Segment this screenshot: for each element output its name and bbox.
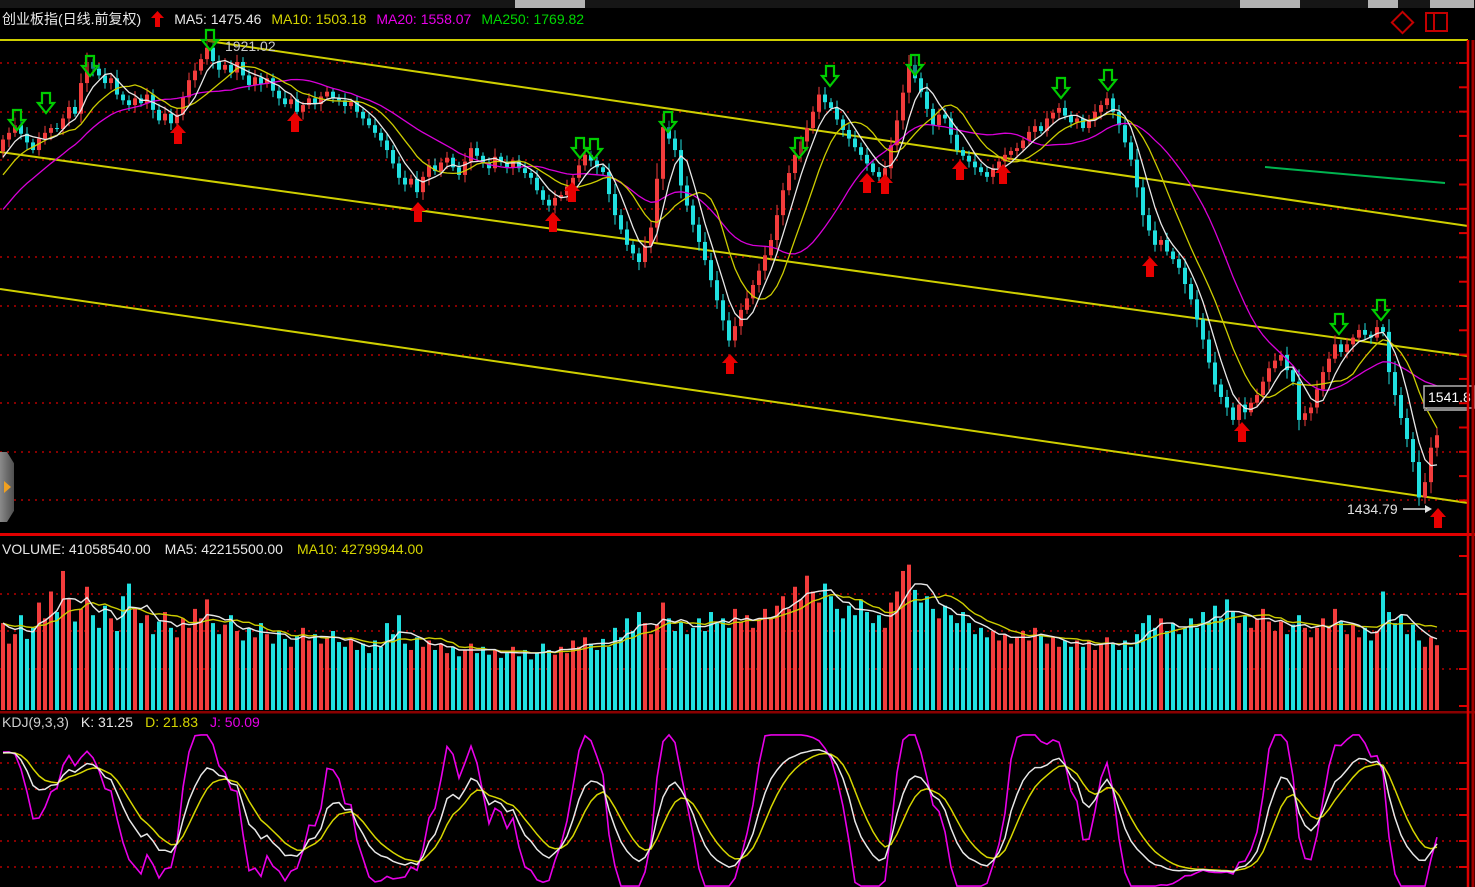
volume-header: VOLUME: 41058540.00 MA5: 42215500.00 MA1… bbox=[2, 541, 423, 557]
volume-ma10-value: MA10: 42799944.00 bbox=[297, 541, 423, 557]
kdj-header: KDJ(9,3,3) K: 31.25 D: 21.83 J: 50.09 bbox=[2, 714, 260, 730]
svg-text:1921.02: 1921.02 bbox=[225, 38, 276, 54]
sidebar-expand-handle[interactable] bbox=[0, 452, 14, 522]
ma20-value: MA20: 1558.07 bbox=[376, 11, 471, 27]
volume-ma5-value: MA5: 42215500.00 bbox=[165, 541, 283, 557]
symbol-title: 创业板指(日线.前复权) bbox=[2, 9, 141, 29]
volume-value: VOLUME: 41058540.00 bbox=[2, 541, 151, 557]
ma5-value: MA5: 1475.46 bbox=[174, 11, 261, 27]
kdj-name: KDJ(9,3,3) bbox=[2, 714, 69, 730]
up-arrow-icon bbox=[151, 11, 164, 27]
chart-canvas[interactable]: 1921.021434.791541.8 bbox=[0, 0, 1475, 887]
svg-text:1434.79: 1434.79 bbox=[1347, 501, 1398, 517]
ma250-value: MA250: 1769.82 bbox=[481, 11, 584, 27]
ma10-value: MA10: 1503.18 bbox=[271, 11, 366, 27]
trading-app-window: 1921.021434.791541.8 创业板指(日线.前复权) MA5: 1… bbox=[0, 0, 1475, 887]
split-window-icon[interactable] bbox=[1425, 12, 1448, 32]
diamond-icon[interactable] bbox=[1390, 10, 1414, 34]
chart-header: 创业板指(日线.前复权) MA5: 1475.46 MA10: 1503.18 … bbox=[2, 9, 584, 29]
expand-arrow-icon bbox=[4, 481, 11, 493]
corner-toolbar bbox=[1394, 12, 1448, 32]
kdj-d-value: D: 21.83 bbox=[145, 714, 198, 730]
kdj-k-value: K: 31.25 bbox=[81, 714, 133, 730]
kdj-j-value: J: 50.09 bbox=[210, 714, 260, 730]
